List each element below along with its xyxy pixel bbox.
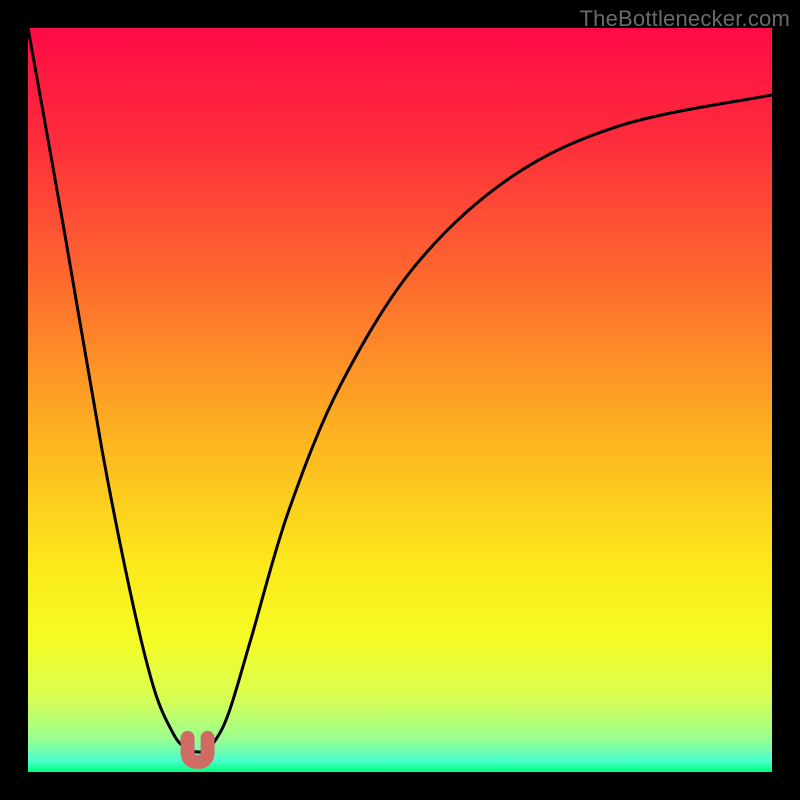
curve-layer bbox=[28, 28, 772, 772]
source-watermark: TheBottlenecker.com bbox=[580, 6, 790, 32]
chart-stage: TheBottlenecker.com bbox=[0, 0, 800, 800]
bottleneck-curve bbox=[28, 28, 772, 752]
cusp-marker-icon bbox=[188, 738, 208, 762]
